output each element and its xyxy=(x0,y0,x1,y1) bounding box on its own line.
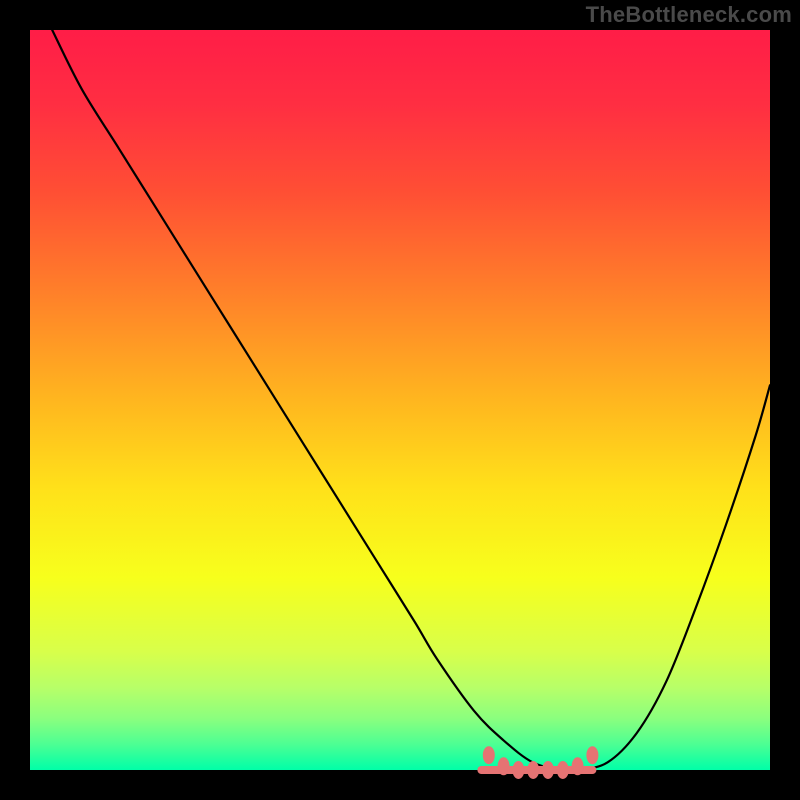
watermark-label: TheBottleneck.com xyxy=(586,2,792,28)
optimal-marker xyxy=(513,762,524,779)
optimal-marker xyxy=(528,762,539,779)
optimal-marker xyxy=(587,747,598,764)
optimal-marker xyxy=(483,747,494,764)
optimal-marker xyxy=(543,762,554,779)
bottleneck-chart xyxy=(0,0,800,800)
plot-background xyxy=(30,30,770,770)
chart-stage: TheBottleneck.com xyxy=(0,0,800,800)
optimal-marker xyxy=(572,758,583,775)
optimal-marker xyxy=(498,758,509,775)
optimal-marker xyxy=(557,762,568,779)
